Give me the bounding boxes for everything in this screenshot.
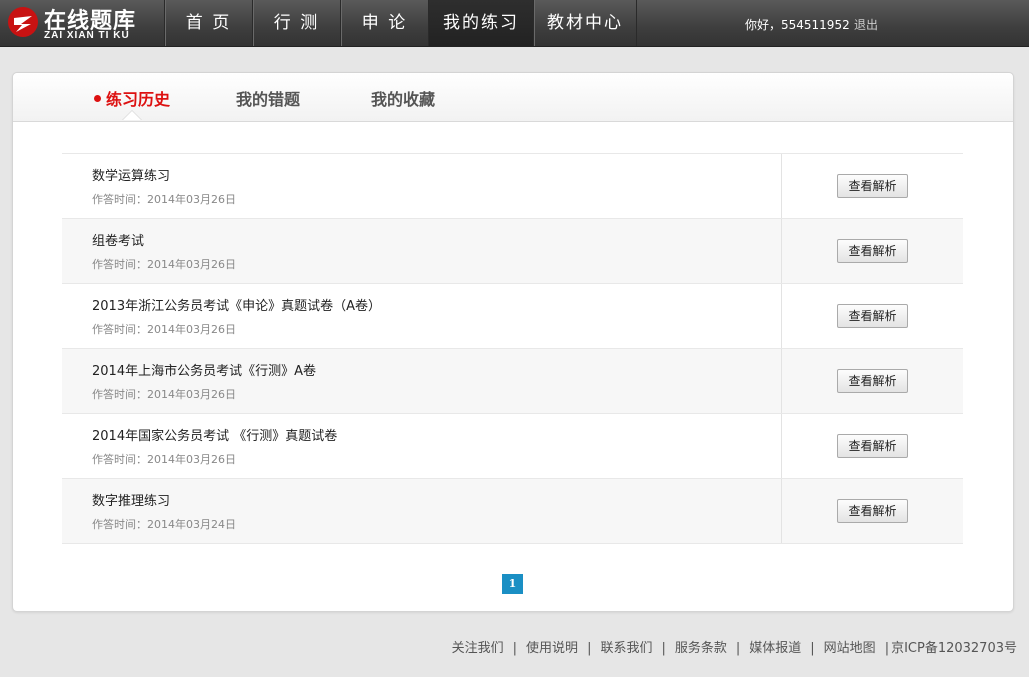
tab-practice-history[interactable]: 练习历史: [94, 86, 170, 110]
footer-divider: |: [661, 641, 666, 656]
nav-my-practice[interactable]: 我的练习: [428, 0, 533, 46]
view-analysis-button[interactable]: 查看解析: [837, 369, 908, 393]
footer-link-media[interactable]: 媒体报道: [749, 641, 801, 656]
footer-link-contact[interactable]: 联系我们: [600, 641, 652, 656]
main-nav: 首 页 行 测 申 论 我的练习 教材中心: [164, 0, 637, 46]
nav-home[interactable]: 首 页: [164, 0, 252, 46]
record-title[interactable]: 2014年上海市公务员考试《行测》A卷: [92, 360, 316, 379]
nav-xingce[interactable]: 行 测: [252, 0, 340, 46]
logo-subtitle: ZAI XIAN TI KU: [44, 30, 130, 41]
list-item: 2013年浙江公务员考试《申论》真题试卷（A卷） 作答时间：2014年03月26…: [62, 284, 963, 349]
view-analysis-button[interactable]: 查看解析: [837, 499, 908, 523]
record-info: 数字推理练习 作答时间：2014年03月24日: [62, 479, 782, 543]
page-1-button[interactable]: 1: [502, 574, 523, 594]
list-item: 数字推理练习 作答时间：2014年03月24日 查看解析: [62, 479, 963, 544]
view-analysis-button[interactable]: 查看解析: [837, 174, 908, 198]
record-time: 作答时间：2014年03月26日: [92, 388, 236, 401]
nav-textbook-center[interactable]: 教材中心: [533, 0, 637, 46]
footer-link-sitemap[interactable]: 网站地图: [824, 641, 876, 656]
record-time: 作答时间：2014年03月24日: [92, 518, 236, 531]
list-item: 组卷考试 作答时间：2014年03月26日 查看解析: [62, 219, 963, 284]
record-info: 组卷考试 作答时间：2014年03月26日: [62, 219, 782, 283]
history-list: 数学运算练习 作答时间：2014年03月26日 查看解析 组卷考试 作答时间：2…: [62, 153, 963, 544]
footer-divider: |: [884, 641, 890, 656]
record-title[interactable]: 组卷考试: [92, 230, 144, 249]
practice-panel: 练习历史 我的错题 我的收藏 数学运算练习 作答时间：2014年03月26日 查…: [12, 72, 1014, 612]
tab-label: 练习历史: [106, 90, 171, 109]
view-analysis-button[interactable]: 查看解析: [837, 239, 908, 263]
view-analysis-button[interactable]: 查看解析: [837, 304, 908, 328]
record-time: 作答时间：2014年03月26日: [92, 453, 236, 466]
footer-divider: |: [587, 641, 592, 656]
icp-number: 京ICP备12032703号: [891, 641, 1017, 656]
tab-my-mistakes[interactable]: 我的错题: [236, 86, 300, 110]
list-item: 2014年国家公务员考试 《行测》真题试卷 作答时间：2014年03月26日 查…: [62, 414, 963, 479]
record-title[interactable]: 数字推理练习: [92, 490, 170, 509]
record-title[interactable]: 2014年国家公务员考试 《行测》真题试卷: [92, 425, 337, 444]
footer: 关注我们 | 使用说明 | 联系我们 | 服务条款 | 媒体报道 | 网站地图 | 京ICP备12032…: [452, 637, 1017, 656]
footer-link-follow[interactable]: 关注我们: [452, 641, 504, 656]
user-greeting: 你好，554511952: [745, 18, 850, 32]
tab-bar: 练习历史 我的错题 我的收藏: [13, 73, 1013, 122]
tab-caret-icon: [123, 111, 141, 120]
top-navbar: 在线题库 ZAI XIAN TI KU 首 页 行 测 申 论 我的练习 教材中…: [0, 0, 1029, 47]
footer-divider: |: [810, 641, 815, 656]
logout-link[interactable]: 退出: [854, 16, 878, 33]
site-logo[interactable]: 在线题库 ZAI XIAN TI KU: [6, 3, 146, 43]
record-title[interactable]: 数学运算练习: [92, 165, 170, 184]
footer-divider: |: [735, 641, 741, 656]
record-info: 2014年国家公务员考试 《行测》真题试卷 作答时间：2014年03月26日: [62, 414, 782, 478]
nav-shenlun[interactable]: 申 论: [340, 0, 428, 46]
tab-my-favorites[interactable]: 我的收藏: [371, 86, 435, 110]
logo-icon: [8, 7, 38, 37]
footer-link-help[interactable]: 使用说明: [526, 641, 578, 656]
list-item: 数学运算练习 作答时间：2014年03月26日 查看解析: [62, 154, 963, 219]
view-analysis-button[interactable]: 查看解析: [837, 434, 908, 458]
record-info: 2013年浙江公务员考试《申论》真题试卷（A卷） 作答时间：2014年03月26…: [62, 284, 782, 348]
active-dot-icon: [94, 95, 101, 102]
footer-link-terms[interactable]: 服务条款: [675, 641, 727, 656]
list-item: 2014年上海市公务员考试《行测》A卷 作答时间：2014年03月26日 查看解…: [62, 349, 963, 414]
record-time: 作答时间：2014年03月26日: [92, 258, 236, 271]
record-time: 作答时间：2014年03月26日: [92, 323, 236, 336]
record-time: 作答时间：2014年03月26日: [92, 193, 236, 206]
record-info: 数学运算练习 作答时间：2014年03月26日: [62, 154, 782, 218]
record-title[interactable]: 2013年浙江公务员考试《申论》真题试卷（A卷）: [92, 295, 381, 314]
record-info: 2014年上海市公务员考试《行测》A卷 作答时间：2014年03月26日: [62, 349, 782, 413]
footer-divider: |: [512, 641, 518, 656]
